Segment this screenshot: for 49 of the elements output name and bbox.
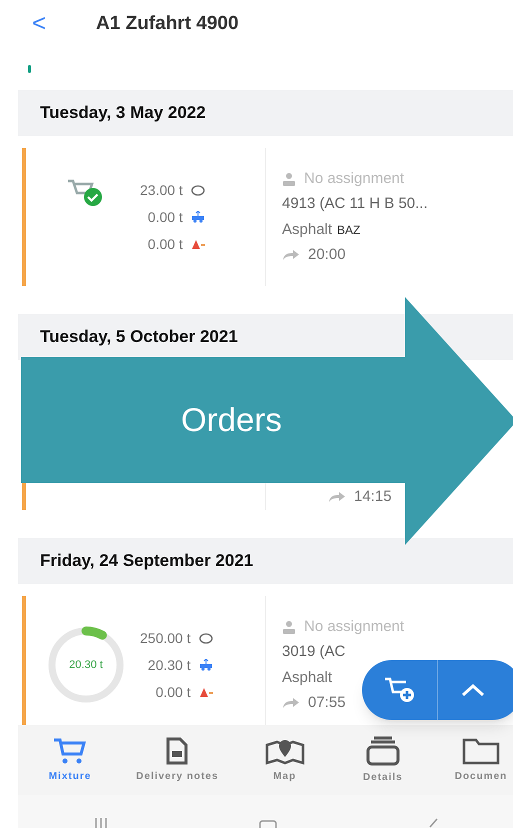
- home-icon[interactable]: [258, 820, 276, 828]
- forward-arrow-icon: [282, 249, 300, 262]
- assignment-text: No assignment: [304, 616, 404, 636]
- recent-apps-icon[interactable]: [94, 818, 108, 828]
- ring-value: 20.30 t: [69, 658, 103, 673]
- ellipse-icon: [190, 184, 205, 196]
- time-text: 20:00: [308, 245, 346, 265]
- cart-plus-icon: [384, 677, 416, 703]
- amount-value: 0.00 t: [148, 208, 183, 226]
- warning-icon: [190, 238, 205, 250]
- back-button[interactable]: <: [32, 12, 46, 36]
- forward-arrow-icon: [328, 490, 346, 503]
- cart-icon: [53, 736, 87, 764]
- card-edge-mark: [28, 65, 31, 73]
- truck-icon: [190, 211, 205, 223]
- amount-value: 20.30 t: [148, 656, 191, 674]
- date-header: Friday, 24 September 2021: [40, 550, 254, 572]
- chevron-up-icon: [461, 683, 485, 697]
- tab-button[interactable]: Documen: [449, 736, 513, 784]
- forward-arrow-icon: [282, 697, 300, 710]
- folder-icon: [462, 736, 500, 764]
- date-header: Tuesday, 5 October 2021: [40, 326, 238, 348]
- truck-icon: [198, 659, 213, 671]
- mixture-name: 3019 (AC: [282, 642, 346, 662]
- site-code: BAZ: [337, 222, 360, 238]
- stack-icon: [364, 736, 401, 766]
- tab-button[interactable]: Mixture: [38, 736, 102, 784]
- annotation-label: Orders: [181, 400, 282, 440]
- screen-title: A1 Zufahrt 4900: [96, 12, 239, 36]
- assignment-text: No assignment: [304, 168, 404, 188]
- mixture-name: 4913 (AC 11 H B 50...: [282, 194, 428, 214]
- material-name: Asphalt: [282, 220, 332, 240]
- time-text: 07:55: [308, 693, 346, 713]
- date-header: Tuesday, 3 May 2022: [40, 102, 206, 124]
- warning-icon: [198, 686, 213, 698]
- tab-button[interactable]: Map: [252, 736, 317, 784]
- amount-value: 23.00 t: [140, 180, 183, 200]
- back-icon[interactable]: [428, 818, 438, 828]
- document-icon: [166, 736, 188, 764]
- tab-button[interactable]: Details: [350, 736, 415, 784]
- amount-value: 0.00 t: [156, 682, 191, 702]
- tab-button[interactable]: Delivery notes: [136, 736, 219, 784]
- time-text: 14:15: [354, 486, 392, 506]
- person-icon: [282, 172, 296, 186]
- ellipse-icon: [198, 632, 213, 644]
- amount-value: 250.00 t: [140, 628, 191, 648]
- person-icon: [282, 620, 296, 634]
- material-name: Asphalt: [282, 668, 332, 688]
- amount-value: 0.00 t: [148, 234, 183, 254]
